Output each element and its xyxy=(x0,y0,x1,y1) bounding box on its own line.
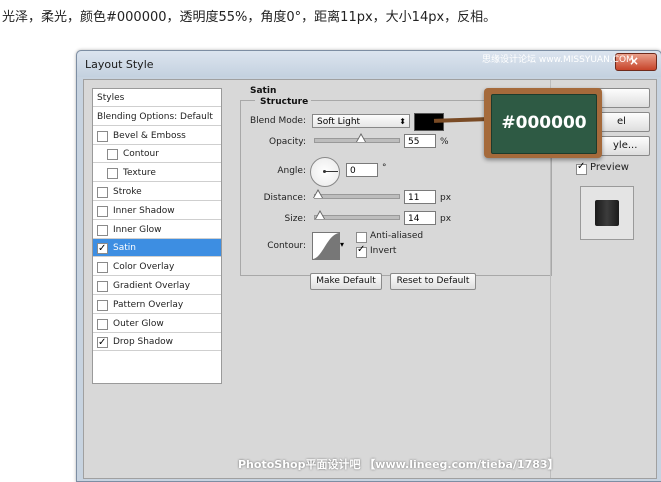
style-item-satin[interactable]: Satin xyxy=(93,239,221,258)
blend-mode-label: Blend Mode: xyxy=(249,116,306,126)
watermark-top: 思缘设计论坛 www.MISSYUAN.COM xyxy=(482,55,634,65)
style-item-label: Inner Glow xyxy=(113,224,162,235)
invert-label: Invert xyxy=(370,246,397,256)
angle-unit: ° xyxy=(382,163,387,173)
style-item-label: Gradient Overlay xyxy=(113,281,191,291)
style-item-label: Stroke xyxy=(113,187,142,197)
opacity-slider-thumb[interactable] xyxy=(356,133,367,143)
size-slider-thumb[interactable] xyxy=(315,210,326,220)
style-checkbox[interactable] xyxy=(97,281,108,292)
distance-slider-thumb[interactable] xyxy=(313,189,324,199)
size-slider[interactable] xyxy=(314,210,400,220)
preview-checkbox[interactable] xyxy=(576,161,587,175)
size-unit: px xyxy=(440,214,452,224)
style-checkbox[interactable] xyxy=(97,240,108,258)
structure-title: Structure xyxy=(260,97,309,107)
opacity-slider[interactable] xyxy=(314,133,400,143)
new-style-label: yle... xyxy=(613,140,638,151)
style-item-pattern-overlay[interactable]: Pattern Overlay xyxy=(93,296,221,314)
angle-input[interactable]: 0 xyxy=(346,163,378,177)
opacity-unit: % xyxy=(440,137,449,147)
cancel-label: el xyxy=(617,116,626,127)
preview-label: Preview xyxy=(590,162,629,173)
make-default-button[interactable]: Make Default xyxy=(310,273,382,290)
style-item-bevel-emboss[interactable]: Bevel & Emboss xyxy=(93,127,221,145)
blend-mode-select[interactable]: Soft Light ⬍ xyxy=(312,114,410,128)
style-item-contour[interactable]: Contour xyxy=(93,145,221,164)
style-header-label: Styles xyxy=(97,93,125,103)
style-item-styles[interactable]: Styles xyxy=(93,89,221,107)
opacity-label: Opacity: xyxy=(269,137,306,147)
style-item-color-overlay[interactable]: Color Overlay xyxy=(93,258,221,277)
angle-dial[interactable] xyxy=(310,157,340,187)
style-checkbox[interactable] xyxy=(97,299,108,311)
invert-checkbox[interactable] xyxy=(356,244,367,258)
preview-thumbnail xyxy=(580,186,634,240)
opacity-input[interactable]: 55 xyxy=(404,134,436,148)
style-checkbox[interactable] xyxy=(107,168,118,180)
select-arrows-icon: ⬍ xyxy=(399,117,406,126)
style-item-label: Inner Shadow xyxy=(113,205,175,216)
style-item-stroke[interactable]: Stroke xyxy=(93,183,221,201)
style-checkbox[interactable] xyxy=(97,262,108,274)
style-item-texture[interactable]: Texture xyxy=(93,164,221,183)
style-item-blending-options-default[interactable]: Blending Options: Default xyxy=(93,108,221,126)
chalkboard: #000000 xyxy=(491,94,597,154)
style-item-label: Color Overlay xyxy=(113,262,175,273)
style-item-drop-shadow[interactable]: Drop Shadow xyxy=(93,333,221,352)
contour-picker[interactable] xyxy=(312,232,340,260)
anti-aliased-label: Anti-aliased xyxy=(370,231,424,241)
style-checkbox[interactable] xyxy=(97,187,108,198)
style-item-label: Contour xyxy=(123,149,159,160)
style-checkbox[interactable] xyxy=(97,130,108,142)
style-checkbox[interactable] xyxy=(97,205,108,217)
style-item-inner-glow[interactable]: Inner Glow xyxy=(93,221,221,239)
style-item-label: Bevel & Emboss xyxy=(113,130,186,141)
style-item-inner-shadow[interactable]: Inner Shadow xyxy=(93,202,221,220)
style-item-label: Texture xyxy=(123,168,156,179)
style-checkbox[interactable] xyxy=(107,149,118,161)
watermark-bottom: PhotoShop平面设计吧 【www.lineeg.com/tieba/178… xyxy=(238,458,559,471)
style-checkbox[interactable] xyxy=(97,334,108,352)
anti-aliased-checkbox[interactable] xyxy=(356,232,367,243)
style-header-label: Blending Options: Default xyxy=(97,111,213,122)
reset-default-button[interactable]: Reset to Default xyxy=(390,273,476,290)
size-label: Size: xyxy=(284,214,306,224)
style-item-outer-glow[interactable]: Outer Glow xyxy=(93,315,221,333)
styles-list: Styles Blending Options: Default Bevel & E… xyxy=(92,88,222,384)
contour-label: Contour: xyxy=(267,241,306,251)
distance-slider[interactable] xyxy=(313,189,400,199)
style-checkbox[interactable] xyxy=(97,224,108,236)
style-checkbox[interactable] xyxy=(97,318,108,330)
size-input[interactable]: 14 xyxy=(404,211,436,225)
style-item-label: Satin xyxy=(113,243,136,254)
distance-label: Distance: xyxy=(263,193,306,203)
contour-curve-icon xyxy=(313,233,339,259)
color-callout-board: #000000 xyxy=(484,88,602,158)
section-title: Satin xyxy=(250,86,277,96)
blend-mode-value: Soft Light xyxy=(317,117,361,127)
dialog-title: Layout Style xyxy=(85,58,154,71)
callout-color-text: #000000 xyxy=(501,113,587,133)
tutorial-caption: 光泽，柔光，颜色#000000，透明度55%，角度0°，距离11px，大小14p… xyxy=(2,10,497,25)
distance-unit: px xyxy=(440,193,452,203)
angle-label: Angle: xyxy=(277,166,306,176)
chevron-down-icon[interactable]: ▾ xyxy=(340,240,344,249)
style-item-label: Outer Glow xyxy=(113,318,164,329)
style-item-label: Pattern Overlay xyxy=(113,299,184,310)
preview-shape xyxy=(595,200,619,226)
style-item-label: Drop Shadow xyxy=(113,337,174,348)
distance-input[interactable]: 11 xyxy=(404,190,436,204)
style-item-gradient-overlay[interactable]: Gradient Overlay xyxy=(93,277,221,295)
